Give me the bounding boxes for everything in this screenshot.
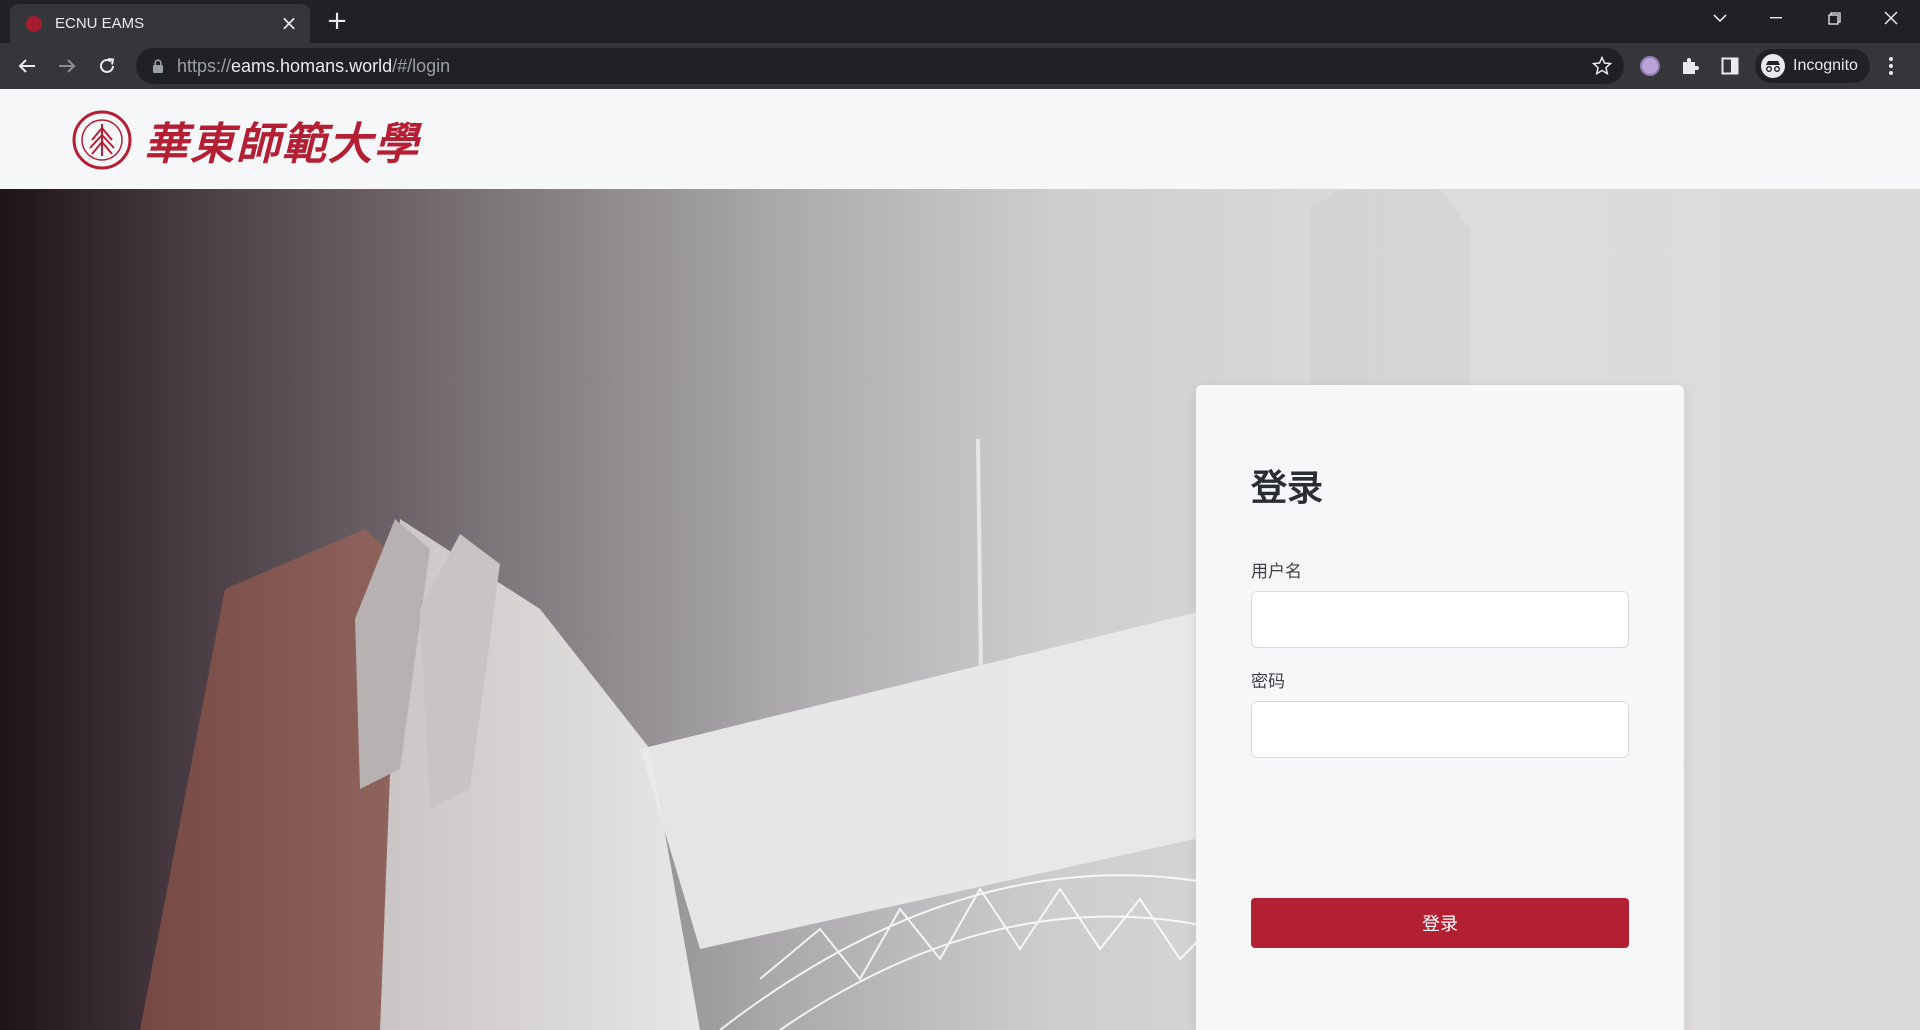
restore-icon [1827, 11, 1841, 25]
browser-tab-strip: ECNU EAMS × + [0, 0, 1920, 43]
minimize-button[interactable] [1748, 0, 1804, 36]
new-tab-button[interactable]: + [323, 8, 351, 36]
tab-search-button[interactable] [1692, 0, 1748, 36]
campus-gate-background: 登录 用户名 密码 登录 [0, 189, 1920, 1030]
incognito-icon [1761, 54, 1785, 78]
username-input[interactable] [1251, 591, 1629, 648]
arrow-left-icon [18, 59, 35, 73]
puzzle-icon [1683, 58, 1699, 74]
browser-menu-button[interactable] [1878, 53, 1904, 79]
login-title: 登录 [1251, 468, 1324, 509]
address-bar[interactable]: https://eams.homans.world/#/login [136, 48, 1624, 84]
url-path: /#/login [392, 56, 451, 76]
extension-circle-icon [1640, 56, 1660, 76]
restore-button[interactable] [1806, 0, 1862, 36]
side-panel-icon [1721, 57, 1739, 75]
incognito-badge[interactable]: Incognito [1755, 49, 1870, 83]
browser-toolbar: https://eams.homans.world/#/login Incogn… [0, 43, 1920, 89]
browser-tab[interactable]: ECNU EAMS × [10, 4, 310, 43]
reload-icon [100, 58, 115, 73]
minimize-icon [1770, 17, 1782, 19]
url-host: eams.homans.world [231, 56, 393, 76]
username-label: 用户名 [1251, 562, 1302, 582]
site-header: 華東師範大學 [0, 89, 1920, 189]
forward-button[interactable] [52, 51, 82, 81]
bookmark-star-icon[interactable] [1592, 56, 1612, 76]
side-panel-button[interactable] [1717, 53, 1743, 79]
chevron-down-icon [1713, 13, 1727, 22]
login-card: 登录 用户名 密码 登录 [1196, 385, 1684, 1030]
web-page: 華東師範大學 登录 用户名 密码 登录 [0, 89, 1920, 1030]
university-logo[interactable]: 華東師範大學 [72, 108, 420, 172]
tab-title: ECNU EAMS [55, 15, 145, 32]
url-scheme: https:// [177, 56, 232, 76]
close-tab-icon[interactable]: × [278, 12, 300, 34]
incognito-label: Incognito [1793, 57, 1858, 74]
university-name-logo-text: 華東師範大學 [144, 119, 420, 170]
password-label: 密码 [1251, 672, 1285, 692]
close-window-button[interactable] [1863, 0, 1919, 36]
back-button[interactable] [12, 51, 42, 81]
extension-profile-button[interactable] [1637, 53, 1663, 79]
lock-icon [153, 59, 163, 73]
reload-button[interactable] [92, 51, 122, 81]
menu-dots-icon [1889, 57, 1893, 61]
password-input[interactable] [1251, 701, 1629, 758]
login-button[interactable]: 登录 [1251, 898, 1629, 948]
university-seal-icon [72, 110, 132, 170]
extensions-button[interactable] [1677, 53, 1703, 79]
url-text: https://eams.homans.world/#/login [177, 56, 450, 77]
arrow-right-icon [59, 59, 76, 73]
site-favicon-icon [26, 16, 42, 32]
close-icon [1884, 11, 1898, 25]
